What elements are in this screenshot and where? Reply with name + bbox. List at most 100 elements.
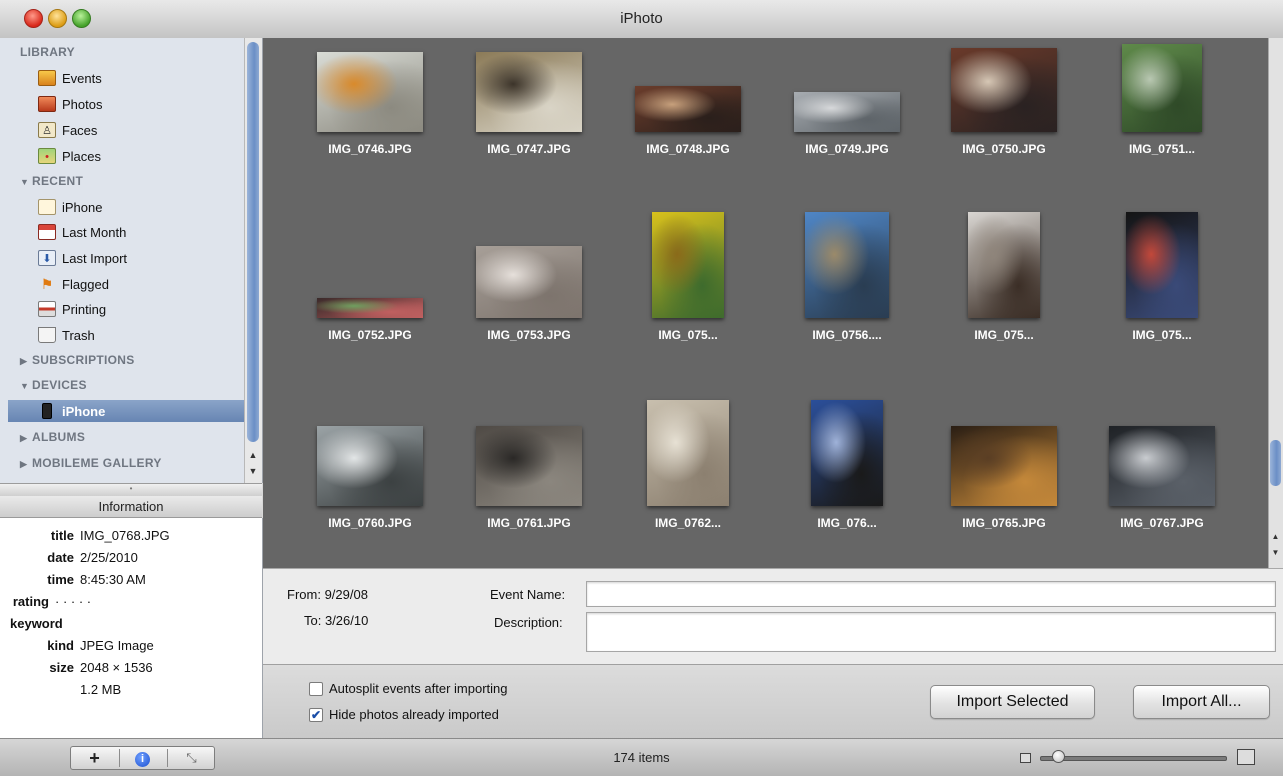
event-name-field[interactable] (586, 581, 1276, 607)
to-label: To: 3/26/10 (304, 613, 369, 628)
iphoto-window: iPhoto LIBRARY Events Photos ♙ Faces • P… (0, 0, 1283, 776)
zoom-slider-knob[interactable] (1052, 750, 1066, 763)
photo-thumbnail[interactable] (476, 426, 582, 506)
disclosure-open-icon[interactable]: ▼ (20, 177, 32, 187)
photo-caption[interactable]: IMG_0760.JPG (295, 516, 445, 530)
photo-caption[interactable]: IMG_0762... (613, 516, 763, 530)
photo-caption[interactable]: IMG_0750.JPG (929, 142, 1079, 156)
zoom-slider[interactable] (1040, 756, 1227, 761)
small-thumbnail-icon[interactable] (1020, 753, 1031, 763)
photo-thumbnail[interactable] (635, 86, 741, 132)
photo-thumbnail[interactable] (1122, 44, 1202, 132)
printer-icon (38, 301, 56, 317)
import-all-button[interactable]: Import All... (1133, 685, 1270, 719)
scroll-down-arrow-icon[interactable]: ▼ (246, 464, 260, 478)
section-header-recent[interactable]: ▼ RECENT (20, 174, 83, 188)
photo-thumbnail[interactable] (805, 212, 889, 318)
sidebar-item-label: Trash (62, 327, 95, 343)
photo-caption[interactable]: IMG_0746.JPG (295, 142, 445, 156)
photo-thumbnail[interactable] (476, 246, 582, 318)
photo-caption[interactable]: IMG_0751... (1087, 142, 1237, 156)
sidebar-item-iphone-device[interactable]: iPhone (38, 400, 238, 422)
section-header-mobileme[interactable]: ▶ MOBILEME GALLERY (20, 456, 162, 470)
to-date: 3/26/10 (324, 613, 369, 628)
sidebar-item-trash[interactable]: Trash (38, 324, 238, 346)
photo-thumbnail[interactable] (951, 426, 1057, 506)
photo-thumbnail[interactable] (476, 52, 582, 132)
photo-caption[interactable]: IMG_0752.JPG (295, 328, 445, 342)
sidebar-item-iphone-recent[interactable]: iPhone (38, 196, 238, 218)
photo-thumbnail[interactable] (647, 400, 729, 506)
photo-caption[interactable]: IMG_0767.JPG (1087, 516, 1237, 530)
disclosure-closed-icon[interactable]: ▶ (20, 356, 32, 367)
photo-thumbnail[interactable] (317, 426, 423, 506)
section-header-subscriptions[interactable]: ▶ SUBSCRIPTIONS (20, 353, 135, 367)
photo-thumbnail[interactable] (811, 400, 883, 506)
hide-imported-checkbox[interactable]: ✔ (309, 708, 323, 722)
scroll-down-arrow-icon[interactable]: ▼ (1270, 548, 1281, 557)
trash-icon (38, 327, 56, 343)
photo-caption[interactable]: IMG_0749.JPG (772, 142, 922, 156)
sidebar-item-faces[interactable]: ♙ Faces (38, 119, 238, 141)
sidebar-item-label: Printing (62, 301, 107, 317)
scroll-up-arrow-icon[interactable]: ▲ (1270, 532, 1281, 541)
description-field[interactable] (586, 612, 1276, 652)
photo-grid-scrollbar[interactable] (1268, 38, 1283, 568)
disclosure-open-icon[interactable]: ▼ (20, 381, 32, 391)
sidebar-item-photos[interactable]: Photos (38, 93, 238, 115)
photo-caption[interactable]: IMG_076... (772, 516, 922, 530)
photo-thumbnail[interactable] (652, 212, 724, 318)
from-date: 9/29/08 (324, 587, 368, 602)
pane-splitter[interactable]: • (0, 483, 262, 497)
photo-thumbnail[interactable] (317, 298, 423, 318)
section-header-albums[interactable]: ▶ ALBUMS (20, 430, 85, 444)
sidebar-item-last-import[interactable]: ⬇ Last Import (38, 247, 238, 269)
info-size-row: size 2048 × 1536 (49, 660, 153, 675)
photo-thumbnail[interactable] (1126, 212, 1198, 318)
rating-stars[interactable]: · · · · · (55, 594, 91, 609)
photo-caption[interactable]: IMG_0761.JPG (454, 516, 604, 530)
photo-caption[interactable]: IMG_075... (1087, 328, 1237, 342)
info-keyword-row: keyword (10, 616, 63, 631)
info-pane: title IMG_0768.JPG date 2/25/2010 time 8… (0, 518, 263, 738)
photo-caption[interactable]: IMG_0765.JPG (929, 516, 1079, 530)
large-thumbnail-icon[interactable] (1237, 749, 1255, 765)
info-title-value[interactable]: IMG_0768.JPG (80, 528, 170, 543)
sidebar-item-flagged[interactable]: ⚑ Flagged (38, 273, 238, 295)
scroll-up-arrow-icon[interactable]: ▲ (246, 448, 260, 462)
info-date-value[interactable]: 2/25/2010 (80, 550, 138, 565)
title-bar[interactable]: iPhoto (0, 0, 1283, 39)
photo-caption[interactable]: IMG_075... (929, 328, 1079, 342)
info-pane-header: Information (0, 496, 262, 518)
autosplit-label[interactable]: Autosplit events after importing (329, 681, 507, 696)
section-header-devices[interactable]: ▼ DEVICES (20, 378, 87, 392)
sidebar-item-events[interactable]: Events (38, 67, 238, 89)
sidebar-item-printing[interactable]: Printing (38, 298, 238, 320)
import-selected-button[interactable]: Import Selected (930, 685, 1095, 719)
photo-thumbnail[interactable] (1109, 426, 1215, 506)
photo-caption[interactable]: IMG_0747.JPG (454, 142, 604, 156)
disclosure-closed-icon[interactable]: ▶ (20, 459, 32, 470)
sidebar-item-places[interactable]: • Places (38, 145, 238, 167)
sidebar-item-last-month[interactable]: Last Month (38, 221, 238, 243)
photo-caption[interactable]: IMG_0748.JPG (613, 142, 763, 156)
photo-thumbnail[interactable] (968, 212, 1040, 318)
calendar-icon (38, 224, 56, 240)
photo-caption[interactable]: IMG_075... (613, 328, 763, 342)
photo-caption[interactable]: IMG_0756.... (772, 328, 922, 342)
disclosure-closed-icon[interactable]: ▶ (20, 433, 32, 444)
bottom-toolbar: + i ⤡ 174 items (0, 738, 1283, 776)
photo-caption[interactable]: IMG_0753.JPG (454, 328, 604, 342)
autosplit-checkbox[interactable] (309, 682, 323, 696)
photo-grid[interactable]: IMG_0746.JPG IMG_0747.JPG IMG_0748.JPG IMG_… (263, 38, 1283, 568)
sidebar-scroll-thumb[interactable] (247, 42, 259, 442)
sidebar-item-label: iPhone (62, 199, 103, 215)
photo-thumbnail[interactable] (794, 92, 900, 132)
photo-thumbnail[interactable] (951, 48, 1057, 132)
photo-grid-scroll-thumb[interactable] (1270, 440, 1281, 486)
section-header-library[interactable]: LIBRARY (20, 45, 75, 59)
photo-thumbnail[interactable] (317, 52, 423, 132)
hide-imported-label[interactable]: Hide photos already imported (329, 707, 499, 722)
info-time-value[interactable]: 8:45:30 AM (80, 572, 146, 587)
photos-icon (38, 96, 56, 112)
